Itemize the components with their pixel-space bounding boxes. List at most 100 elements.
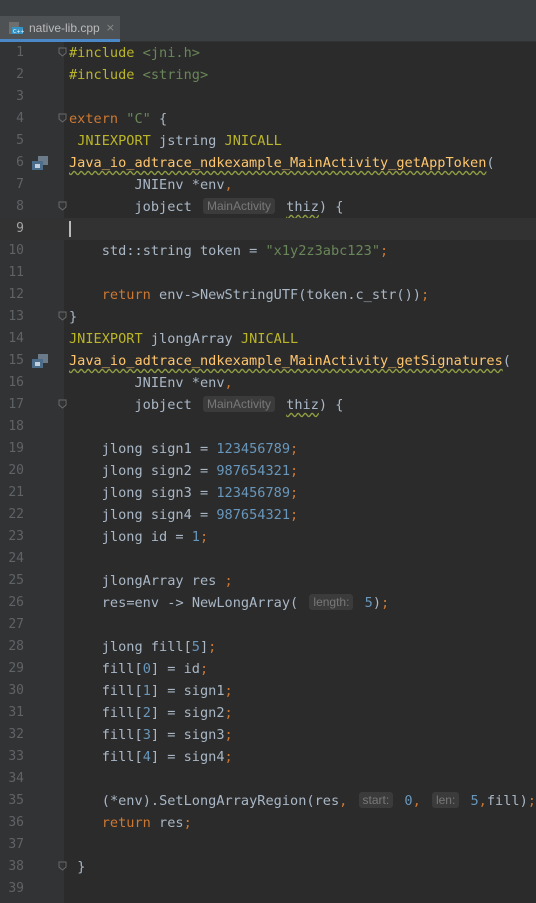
close-tab-icon[interactable]: × bbox=[106, 21, 115, 34]
code-line[interactable]: 1 #include <jni.h> bbox=[0, 42, 536, 64]
code-text: jlong id = 1; bbox=[101, 529, 209, 545]
line-number: 2 bbox=[16, 67, 24, 82]
code-line[interactable]: 12 return env->NewStringUTF(token.c_str(… bbox=[0, 284, 536, 306]
code-line[interactable]: 4 extern "C" { bbox=[0, 108, 536, 130]
code-text: fill[3] = sign3; bbox=[101, 727, 233, 743]
code-text: extern "C" { bbox=[69, 111, 168, 127]
code-line[interactable]: 24 bbox=[0, 548, 536, 570]
code-line[interactable]: 21 jlong sign3 = 123456789; bbox=[0, 482, 536, 504]
code-text: #include <jni.h> bbox=[69, 45, 200, 61]
code-line[interactable]: 34 bbox=[0, 768, 536, 790]
code-line[interactable]: 35 (*env).SetLongArrayRegion(res, start:… bbox=[0, 790, 536, 812]
code-line[interactable]: 20 jlong sign2 = 987654321; bbox=[0, 460, 536, 482]
line-number: 38 bbox=[8, 859, 24, 874]
line-number: 26 bbox=[8, 595, 24, 610]
code-line[interactable]: 33 fill[4] = sign4; bbox=[0, 746, 536, 768]
code-text: Java_io_adtrace_ndkexample_MainActivity_… bbox=[69, 155, 495, 171]
line-number: 29 bbox=[8, 661, 24, 676]
fold-marker-icon[interactable] bbox=[58, 201, 67, 211]
code-line[interactable]: 39 bbox=[0, 878, 536, 900]
code-text: JNIEnv *env, bbox=[134, 177, 233, 193]
line-number: 20 bbox=[8, 463, 24, 478]
code-text: jobject MainActivity thiz) { bbox=[134, 198, 344, 215]
code-line[interactable]: 10 std::string token = "x1y2z3abc123"; bbox=[0, 240, 536, 262]
code-editor[interactable]: 1 #include <jni.h> 2 #include <string> 3 4 ext… bbox=[0, 42, 536, 903]
code-line[interactable]: 38 } bbox=[0, 856, 536, 878]
line-number: 14 bbox=[8, 331, 24, 346]
code-text: JNIEXPORT jstring JNICALL bbox=[77, 133, 282, 149]
code-line[interactable]: 32 fill[3] = sign3; bbox=[0, 724, 536, 746]
text-cursor bbox=[69, 221, 71, 237]
jni-method-icon[interactable] bbox=[31, 353, 49, 369]
code-line[interactable]: 18 bbox=[0, 416, 536, 438]
code-line[interactable]: 28 jlong fill[5]; bbox=[0, 636, 536, 658]
line-number: 7 bbox=[16, 177, 24, 192]
code-text: jlong sign1 = 123456789; bbox=[101, 441, 299, 457]
line-number: 19 bbox=[8, 441, 24, 456]
code-line[interactable]: 16 JNIEnv *env, bbox=[0, 372, 536, 394]
code-line[interactable]: 15 Java_io_adtrace_ndkexample_MainActivit… bbox=[0, 350, 536, 372]
line-number: 13 bbox=[8, 309, 24, 324]
line-number: 23 bbox=[8, 529, 24, 544]
code-line[interactable]: 6 Java_io_adtrace_ndkexample_MainActivity… bbox=[0, 152, 536, 174]
fold-marker-icon[interactable] bbox=[58, 861, 67, 871]
fold-marker-icon[interactable] bbox=[58, 311, 67, 321]
code-line[interactable]: 9 bbox=[0, 218, 536, 240]
code-text: jlong sign2 = 987654321; bbox=[101, 463, 299, 479]
line-number: 37 bbox=[8, 837, 24, 852]
line-number: 1 bbox=[16, 45, 24, 60]
tab-native-lib-cpp[interactable]: C++ native-lib.cpp × bbox=[0, 16, 120, 42]
code-line[interactable]: 8 jobject MainActivity thiz) { bbox=[0, 196, 536, 218]
line-number: 11 bbox=[8, 265, 24, 280]
code-line[interactable]: 31 fill[2] = sign2; bbox=[0, 702, 536, 724]
code-line[interactable]: 37 bbox=[0, 834, 536, 856]
code-text: fill[1] = sign1; bbox=[101, 683, 233, 699]
code-line[interactable]: 30 fill[1] = sign1; bbox=[0, 680, 536, 702]
code-line[interactable]: 14 JNIEXPORT jlongArray JNICALL bbox=[0, 328, 536, 350]
line-number: 5 bbox=[16, 133, 24, 148]
cpp-file-icon: C++ bbox=[9, 21, 24, 35]
code-line[interactable]: 29 fill[0] = id; bbox=[0, 658, 536, 680]
code-text: return res; bbox=[101, 815, 192, 831]
svg-text:C++: C++ bbox=[13, 29, 24, 35]
code-text: jobject MainActivity thiz) { bbox=[134, 396, 344, 413]
code-text: std::string token = "x1y2z3abc123"; bbox=[101, 243, 389, 259]
line-number: 17 bbox=[8, 397, 24, 412]
code-line[interactable]: 27 bbox=[0, 614, 536, 636]
code-text: Java_io_adtrace_ndkexample_MainActivity_… bbox=[69, 353, 511, 369]
code-line[interactable]: 23 jlong id = 1; bbox=[0, 526, 536, 548]
editor-tab-bar: C++ native-lib.cpp × bbox=[0, 0, 536, 42]
code-text: } bbox=[77, 859, 86, 875]
code-line[interactable]: 26 res=env -> NewLongArray( length: 5); bbox=[0, 592, 536, 614]
code-text: fill[2] = sign2; bbox=[101, 705, 233, 721]
code-line[interactable]: 25 jlongArray res ; bbox=[0, 570, 536, 592]
code-line[interactable]: 7 JNIEnv *env, bbox=[0, 174, 536, 196]
fold-marker-icon[interactable] bbox=[58, 47, 67, 57]
code-line[interactable]: 2 #include <string> bbox=[0, 64, 536, 86]
code-line[interactable]: 3 bbox=[0, 86, 536, 108]
fold-marker-icon[interactable] bbox=[58, 113, 67, 123]
code-text: fill[4] = sign4; bbox=[101, 749, 233, 765]
line-number: 10 bbox=[8, 243, 24, 258]
line-number: 3 bbox=[16, 89, 24, 104]
code-line[interactable]: 11 bbox=[0, 262, 536, 284]
code-line[interactable]: 17 jobject MainActivity thiz) { bbox=[0, 394, 536, 416]
line-number: 9 bbox=[16, 221, 24, 236]
line-number: 35 bbox=[8, 793, 24, 808]
code-line[interactable]: 22 jlong sign4 = 987654321; bbox=[0, 504, 536, 526]
line-number: 30 bbox=[8, 683, 24, 698]
line-number: 21 bbox=[8, 485, 24, 500]
line-number: 25 bbox=[8, 573, 24, 588]
jni-method-icon[interactable] bbox=[31, 155, 49, 171]
line-number: 34 bbox=[8, 771, 24, 786]
code-text: } bbox=[69, 309, 78, 325]
code-text: fill[0] = id; bbox=[101, 661, 209, 677]
code-text: #include <string> bbox=[69, 67, 209, 83]
line-number: 6 bbox=[16, 155, 24, 170]
code-line[interactable]: 19 jlong sign1 = 123456789; bbox=[0, 438, 536, 460]
fold-marker-icon[interactable] bbox=[58, 399, 67, 409]
code-line[interactable]: 36 return res; bbox=[0, 812, 536, 834]
code-text: jlongArray res ; bbox=[101, 573, 233, 589]
code-line[interactable]: 5 JNIEXPORT jstring JNICALL bbox=[0, 130, 536, 152]
code-line[interactable]: 13} bbox=[0, 306, 536, 328]
